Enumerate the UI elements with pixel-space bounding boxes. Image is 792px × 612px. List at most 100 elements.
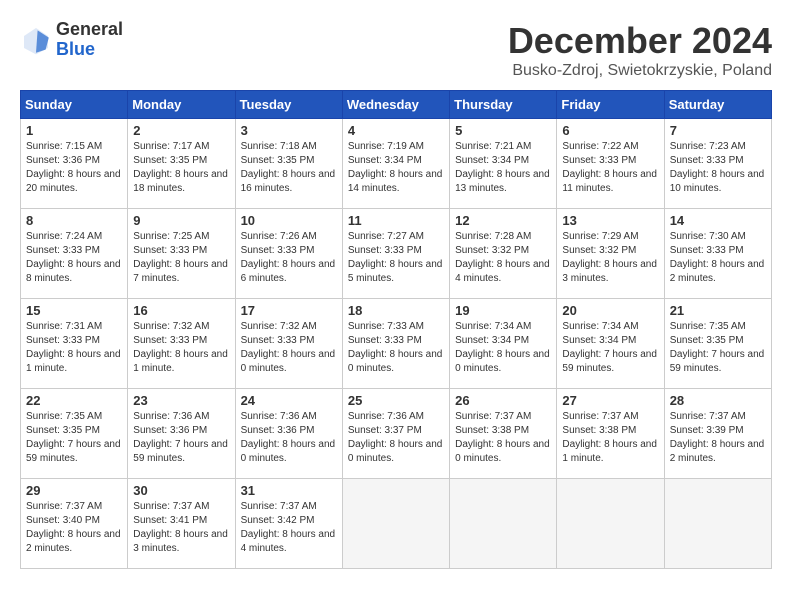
calendar-cell: 4 Sunrise: 7:19 AM Sunset: 3:34 PM Dayli… [342, 119, 449, 209]
daylight-label: Daylight: 7 hours and 59 minutes. [26, 439, 121, 464]
daylight-label: Daylight: 8 hours and 0 minutes. [455, 439, 550, 464]
daylight-label: Daylight: 8 hours and 0 minutes. [241, 349, 336, 374]
sunrise-label: Sunrise: 7:15 AM [26, 141, 102, 152]
sunset-label: Sunset: 3:42 PM [241, 515, 315, 526]
day-number: 4 [348, 123, 444, 138]
day-info: Sunrise: 7:34 AM Sunset: 3:34 PM Dayligh… [562, 320, 658, 376]
sunrise-label: Sunrise: 7:35 AM [26, 411, 102, 422]
sunrise-label: Sunrise: 7:25 AM [133, 231, 209, 242]
sunrise-label: Sunrise: 7:37 AM [241, 501, 317, 512]
day-number: 26 [455, 393, 551, 408]
day-info: Sunrise: 7:15 AM Sunset: 3:36 PM Dayligh… [26, 140, 122, 196]
day-number: 25 [348, 393, 444, 408]
sunrise-label: Sunrise: 7:28 AM [455, 231, 531, 242]
sunset-label: Sunset: 3:33 PM [26, 245, 100, 256]
sunrise-label: Sunrise: 7:26 AM [241, 231, 317, 242]
sunrise-label: Sunrise: 7:30 AM [670, 231, 746, 242]
daylight-label: Daylight: 8 hours and 3 minutes. [133, 529, 228, 554]
daylight-label: Daylight: 8 hours and 20 minutes. [26, 169, 121, 194]
day-info: Sunrise: 7:36 AM Sunset: 3:37 PM Dayligh… [348, 410, 444, 466]
sunrise-label: Sunrise: 7:37 AM [562, 411, 638, 422]
day-number: 13 [562, 213, 658, 228]
sunrise-label: Sunrise: 7:35 AM [670, 321, 746, 332]
sunset-label: Sunset: 3:38 PM [562, 425, 636, 436]
calendar-cell [664, 479, 771, 569]
calendar-cell: 8 Sunrise: 7:24 AM Sunset: 3:33 PM Dayli… [21, 209, 128, 299]
day-info: Sunrise: 7:37 AM Sunset: 3:40 PM Dayligh… [26, 500, 122, 556]
day-info: Sunrise: 7:37 AM Sunset: 3:38 PM Dayligh… [562, 410, 658, 466]
daylight-label: Daylight: 8 hours and 1 minute. [562, 439, 657, 464]
sunrise-label: Sunrise: 7:34 AM [455, 321, 531, 332]
daylight-label: Daylight: 8 hours and 7 minutes. [133, 259, 228, 284]
calendar-week-row: 22 Sunrise: 7:35 AM Sunset: 3:35 PM Dayl… [21, 389, 772, 479]
day-number: 10 [241, 213, 337, 228]
day-info: Sunrise: 7:35 AM Sunset: 3:35 PM Dayligh… [26, 410, 122, 466]
calendar-cell: 17 Sunrise: 7:32 AM Sunset: 3:33 PM Dayl… [235, 299, 342, 389]
calendar-cell: 9 Sunrise: 7:25 AM Sunset: 3:33 PM Dayli… [128, 209, 235, 299]
daylight-label: Daylight: 8 hours and 0 minutes. [348, 439, 443, 464]
day-number: 21 [670, 303, 766, 318]
calendar-cell [450, 479, 557, 569]
day-info: Sunrise: 7:22 AM Sunset: 3:33 PM Dayligh… [562, 140, 658, 196]
day-info: Sunrise: 7:19 AM Sunset: 3:34 PM Dayligh… [348, 140, 444, 196]
day-info: Sunrise: 7:32 AM Sunset: 3:33 PM Dayligh… [133, 320, 229, 376]
sunset-label: Sunset: 3:33 PM [670, 245, 744, 256]
daylight-label: Daylight: 8 hours and 0 minutes. [348, 349, 443, 374]
daylight-label: Daylight: 8 hours and 13 minutes. [455, 169, 550, 194]
sunrise-label: Sunrise: 7:21 AM [455, 141, 531, 152]
calendar-week-row: 29 Sunrise: 7:37 AM Sunset: 3:40 PM Dayl… [21, 479, 772, 569]
col-thursday: Thursday [450, 91, 557, 119]
daylight-label: Daylight: 8 hours and 16 minutes. [241, 169, 336, 194]
calendar-cell: 6 Sunrise: 7:22 AM Sunset: 3:33 PM Dayli… [557, 119, 664, 209]
day-number: 2 [133, 123, 229, 138]
day-number: 9 [133, 213, 229, 228]
sunset-label: Sunset: 3:39 PM [670, 425, 744, 436]
sunrise-label: Sunrise: 7:17 AM [133, 141, 209, 152]
sunset-label: Sunset: 3:35 PM [670, 335, 744, 346]
sunrise-label: Sunrise: 7:29 AM [562, 231, 638, 242]
calendar-cell: 11 Sunrise: 7:27 AM Sunset: 3:33 PM Dayl… [342, 209, 449, 299]
sunrise-label: Sunrise: 7:22 AM [562, 141, 638, 152]
sunrise-label: Sunrise: 7:23 AM [670, 141, 746, 152]
calendar-cell: 19 Sunrise: 7:34 AM Sunset: 3:34 PM Dayl… [450, 299, 557, 389]
sunrise-label: Sunrise: 7:36 AM [348, 411, 424, 422]
calendar-cell: 1 Sunrise: 7:15 AM Sunset: 3:36 PM Dayli… [21, 119, 128, 209]
day-info: Sunrise: 7:32 AM Sunset: 3:33 PM Dayligh… [241, 320, 337, 376]
daylight-label: Daylight: 8 hours and 8 minutes. [26, 259, 121, 284]
day-info: Sunrise: 7:25 AM Sunset: 3:33 PM Dayligh… [133, 230, 229, 286]
day-number: 15 [26, 303, 122, 318]
sunrise-label: Sunrise: 7:37 AM [455, 411, 531, 422]
sunrise-label: Sunrise: 7:24 AM [26, 231, 102, 242]
calendar-week-row: 8 Sunrise: 7:24 AM Sunset: 3:33 PM Dayli… [21, 209, 772, 299]
day-number: 6 [562, 123, 658, 138]
calendar-cell: 31 Sunrise: 7:37 AM Sunset: 3:42 PM Dayl… [235, 479, 342, 569]
col-saturday: Saturday [664, 91, 771, 119]
sunset-label: Sunset: 3:32 PM [455, 245, 529, 256]
calendar-cell: 5 Sunrise: 7:21 AM Sunset: 3:34 PM Dayli… [450, 119, 557, 209]
sunset-label: Sunset: 3:33 PM [26, 335, 100, 346]
day-number: 11 [348, 213, 444, 228]
day-info: Sunrise: 7:36 AM Sunset: 3:36 PM Dayligh… [241, 410, 337, 466]
sunrise-label: Sunrise: 7:32 AM [133, 321, 209, 332]
sunset-label: Sunset: 3:32 PM [562, 245, 636, 256]
sunset-label: Sunset: 3:35 PM [241, 155, 315, 166]
day-info: Sunrise: 7:18 AM Sunset: 3:35 PM Dayligh… [241, 140, 337, 196]
sunset-label: Sunset: 3:35 PM [26, 425, 100, 436]
col-wednesday: Wednesday [342, 91, 449, 119]
sunset-label: Sunset: 3:33 PM [133, 335, 207, 346]
col-sunday: Sunday [21, 91, 128, 119]
sunset-label: Sunset: 3:41 PM [133, 515, 207, 526]
calendar-cell: 2 Sunrise: 7:17 AM Sunset: 3:35 PM Dayli… [128, 119, 235, 209]
day-number: 20 [562, 303, 658, 318]
day-info: Sunrise: 7:37 AM Sunset: 3:41 PM Dayligh… [133, 500, 229, 556]
sunset-label: Sunset: 3:40 PM [26, 515, 100, 526]
sunset-label: Sunset: 3:33 PM [348, 245, 422, 256]
day-info: Sunrise: 7:34 AM Sunset: 3:34 PM Dayligh… [455, 320, 551, 376]
calendar-table: Sunday Monday Tuesday Wednesday Thursday… [20, 90, 772, 569]
calendar-cell: 18 Sunrise: 7:33 AM Sunset: 3:33 PM Dayl… [342, 299, 449, 389]
calendar-cell: 13 Sunrise: 7:29 AM Sunset: 3:32 PM Dayl… [557, 209, 664, 299]
sunset-label: Sunset: 3:33 PM [562, 155, 636, 166]
sunrise-label: Sunrise: 7:18 AM [241, 141, 317, 152]
sunset-label: Sunset: 3:35 PM [133, 155, 207, 166]
day-number: 22 [26, 393, 122, 408]
